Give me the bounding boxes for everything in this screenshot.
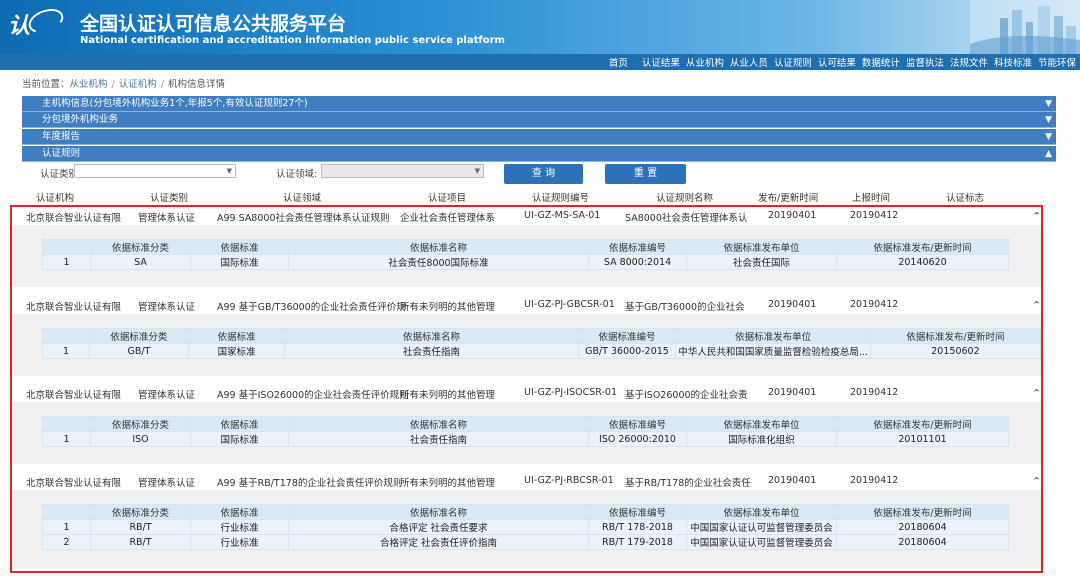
col-header-rule-name: 认证规则名称 (656, 193, 714, 204)
cert-field-label: 认证领域: (276, 169, 318, 180)
col-header-project: 认证项目 (428, 193, 467, 204)
expand-down-icon: ▼ (1045, 99, 1052, 109)
collapse-up-icon: ▲ (1045, 149, 1052, 159)
section-label: 分包境外机构业务 (42, 114, 119, 125)
col-header-org: 认证机构 (36, 193, 75, 204)
breadcrumb-prefix: 当前位置： (22, 79, 70, 90)
breadcrumb: 当前位置：从业机构 / 认证机构 / 机构信息详情 (22, 76, 225, 90)
site-title: 全国认证认可信息公共服务平台 (80, 13, 347, 35)
main-nav: 首页 认证结果 从业机构 从业人员 认证规则 认可结果 数据统计 监督执法 法规… (0, 54, 1080, 70)
expand-down-icon: ▼ (1045, 132, 1052, 142)
breadcrumb-item-cert-orgs[interactable]: 认证机构 (119, 79, 157, 90)
section-label: 认证规则 (42, 148, 81, 159)
section-subcontract[interactable]: 分包境外机构业务 ▼ (22, 112, 1056, 128)
query-button[interactable]: 查 询 (504, 164, 583, 184)
section-cert-rules[interactable]: 认证规则 ▲ (22, 146, 1056, 162)
nav-item-regulations[interactable]: 法规文件 (950, 55, 988, 69)
col-header-cert-mark: 认证标志 (946, 193, 985, 204)
col-header-report-time: 上报时间 (852, 193, 891, 204)
col-header-pub-time: 发布/更新时间 (758, 193, 819, 204)
cert-field-select[interactable]: ▼ (321, 164, 484, 178)
logo-text: 认 (8, 13, 31, 39)
col-header-rule-code: 认证规则编号 (532, 193, 590, 204)
logo-ring-icon (25, 4, 67, 38)
nav-item-energy[interactable]: 节能环保 (1038, 55, 1076, 69)
highlight-box (10, 205, 1043, 573)
breadcrumb-item-current: 机构信息详情 (167, 79, 225, 90)
nav-item-orgs[interactable]: 从业机构 (686, 55, 724, 69)
chevron-down-icon: ▼ (474, 167, 480, 175)
nav-item-supervision[interactable]: 监督执法 (906, 55, 944, 69)
nav-item-accred-results[interactable]: 认可结果 (818, 55, 856, 69)
reset-button[interactable]: 重 置 (605, 164, 686, 184)
section-main-info[interactable]: 主机构信息(分包境外机构业务1个,年报5个,有效认证规则27个) ▼ (22, 96, 1056, 112)
expand-down-icon: ▼ (1045, 115, 1052, 125)
nav-item-cert-results[interactable]: 认证结果 (642, 55, 680, 69)
col-header-type: 认证类别 (150, 193, 189, 204)
nav-item-statistics[interactable]: 数据统计 (862, 55, 900, 69)
chevron-down-icon: ▼ (226, 167, 232, 175)
header-banner: 认 全国认证认可信息公共服务平台 National certification … (0, 0, 1080, 54)
col-header-field: 认证领域 (283, 193, 322, 204)
section-annual-report[interactable]: 年度报告 ▼ (22, 129, 1056, 145)
nav-item-standards[interactable]: 科技标准 (994, 55, 1032, 69)
section-label: 主机构信息(分包境外机构业务1个,年报5个,有效认证规则27个) (42, 98, 308, 109)
section-label: 年度报告 (42, 131, 81, 142)
skyline-illustration-icon (970, 0, 1080, 54)
site-subtitle: National certification and accreditation… (80, 35, 505, 46)
nav-item-staff[interactable]: 从业人员 (730, 55, 768, 69)
nav-item-cert-rules[interactable]: 认证规则 (774, 55, 812, 69)
nav-item-home[interactable]: 首页 (609, 55, 628, 69)
breadcrumb-sep: / (160, 79, 164, 90)
breadcrumb-item-orgs[interactable]: 从业机构 (70, 79, 108, 90)
site-logo[interactable]: 认 (8, 4, 67, 48)
breadcrumb-sep: / (111, 79, 115, 90)
cert-type-select[interactable]: ▼ (74, 164, 236, 178)
